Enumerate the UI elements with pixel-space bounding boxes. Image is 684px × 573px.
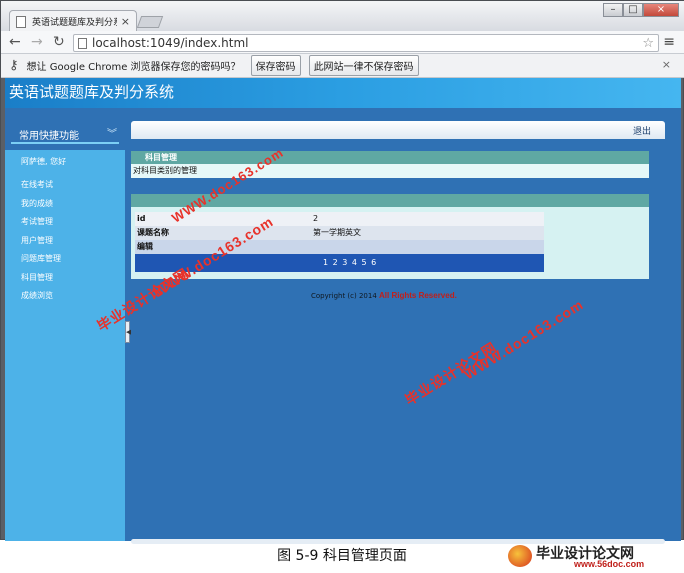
infobar-close-icon[interactable]: ×	[662, 58, 671, 71]
tab-close-icon[interactable]: ×	[121, 15, 130, 28]
chevron-down-icon[interactable]: ︾	[107, 125, 117, 140]
reload-icon[interactable]: ↻	[53, 34, 65, 50]
divider	[11, 142, 119, 144]
table-row: 编辑	[135, 240, 544, 254]
tab-strip: 英语试题题库及判分系统 × – □ ×	[1, 1, 684, 32]
main-topbar: 退出	[131, 121, 665, 139]
web-page: 英语试题题库及判分系统 常用快捷功能 ︾ 阿萨德, 您好 在线考试 我的成绩 考…	[5, 78, 681, 544]
sidebar-item-question-bank[interactable]: 问题库管理	[5, 250, 125, 269]
detail-header	[131, 194, 649, 207]
sidebar-section-header[interactable]: 常用快捷功能 ︾	[5, 108, 125, 150]
section-description: 对科目类别的管理	[131, 164, 649, 178]
minimize-icon[interactable]: –	[603, 3, 623, 17]
page-icon	[78, 37, 87, 49]
section-header: 科目管理	[131, 151, 649, 164]
field-label: id	[137, 214, 146, 223]
detail-table: id 2 课题名称 第一学期英文 编辑 1 2 3 4 5 6	[135, 212, 544, 272]
logo-mark-icon	[508, 545, 532, 567]
copyright-prefix: Copyright (c) 2014	[311, 292, 377, 300]
address-bar[interactable]: localhost:1049/index.html ☆	[73, 34, 659, 52]
sidebar-item-subject-management[interactable]: 科目管理	[5, 269, 125, 288]
sidebar: 常用快捷功能 ︾ 阿萨德, 您好 在线考试 我的成绩 考试管理 用户管理 问题库…	[5, 108, 125, 541]
page-icon	[16, 15, 26, 28]
browser-tab[interactable]: 英语试题题库及判分系统 ×	[9, 10, 137, 32]
bookmark-star-icon[interactable]: ☆	[642, 36, 654, 51]
save-password-button[interactable]: 保存密码	[250, 55, 301, 76]
user-greeting: 阿萨德, 您好	[21, 157, 67, 166]
url-text[interactable]: localhost:1049/index.html	[92, 36, 642, 50]
forward-icon[interactable]: →	[31, 34, 43, 50]
table-row: 课题名称 第一学期英文	[135, 226, 544, 240]
browser-toolbar: ← → ↻ localhost:1049/index.html ☆ ≡	[1, 31, 684, 54]
sidebar-item-user-management[interactable]: 用户管理	[5, 232, 125, 251]
sidebar-item-online-exam[interactable]: 在线考试	[5, 176, 125, 195]
app-banner: 英语试题题库及判分系统	[5, 78, 681, 108]
browser-window: 英语试题题库及判分系统 × – □ × ← → ↻ localhost:1049…	[0, 0, 684, 544]
field-value	[311, 240, 544, 254]
field-value: 第一学期英文	[313, 228, 361, 237]
app-title: 英语试题题库及判分系统	[9, 83, 175, 101]
password-infobar: ⚷ 想让 Google Chrome 浏览器保存您的密码吗？ 保存密码 此网站一…	[1, 54, 684, 78]
new-tab-button[interactable]	[136, 16, 164, 28]
tab-title: 英语试题题库及判分系统	[32, 18, 117, 28]
edit-link[interactable]: 编辑	[135, 240, 311, 254]
sidebar-item-exam-management[interactable]: 考试管理	[5, 213, 125, 232]
key-icon: ⚷	[9, 58, 19, 73]
copyright-text: Copyright (c) 2014 All Rights Reserved.	[311, 291, 457, 300]
menu-icon[interactable]: ≡	[663, 34, 675, 50]
main-area: 退出 科目管理 对科目类别的管理 id 2 课题名称 第一学期英文 编辑 1 2…	[131, 121, 665, 544]
maximize-icon[interactable]: □	[623, 3, 643, 17]
back-icon[interactable]: ←	[9, 34, 21, 50]
site-logo: 毕业设计论文网 www.56doc.com	[508, 543, 678, 571]
pagination[interactable]: 1 2 3 4 5 6	[135, 254, 544, 272]
field-label: 课题名称	[137, 228, 169, 237]
sidebar-section-title: 常用快捷功能	[19, 131, 79, 142]
field-value: 2	[313, 214, 319, 223]
never-save-button[interactable]: 此网站一律不保存密码	[308, 55, 419, 76]
window-controls: – □ ×	[603, 3, 679, 17]
close-window-icon[interactable]: ×	[643, 3, 679, 17]
chevron-left-icon: ◀	[126, 328, 132, 336]
infobar-message: 想让 Google Chrome 浏览器保存您的密码吗？	[26, 62, 241, 73]
sidebar-item-my-scores[interactable]: 我的成绩	[5, 195, 125, 214]
logo-site: www.56doc.com	[574, 559, 645, 569]
content-panel: 科目管理 对科目类别的管理 id 2 课题名称 第一学期英文 编辑 1 2 3 …	[131, 139, 665, 544]
table-row: id 2	[135, 212, 544, 226]
sidebar-item-score-browse[interactable]: 成绩浏览	[5, 287, 125, 306]
sidebar-collapse-handle[interactable]: ◀	[125, 321, 132, 343]
logout-link[interactable]: 退出	[633, 124, 651, 137]
detail-section: id 2 课题名称 第一学期英文 编辑 1 2 3 4 5 6	[131, 194, 649, 279]
subject-section: 科目管理 对科目类别的管理	[131, 151, 649, 178]
copyright-suffix: All Rights Reserved.	[379, 291, 457, 300]
